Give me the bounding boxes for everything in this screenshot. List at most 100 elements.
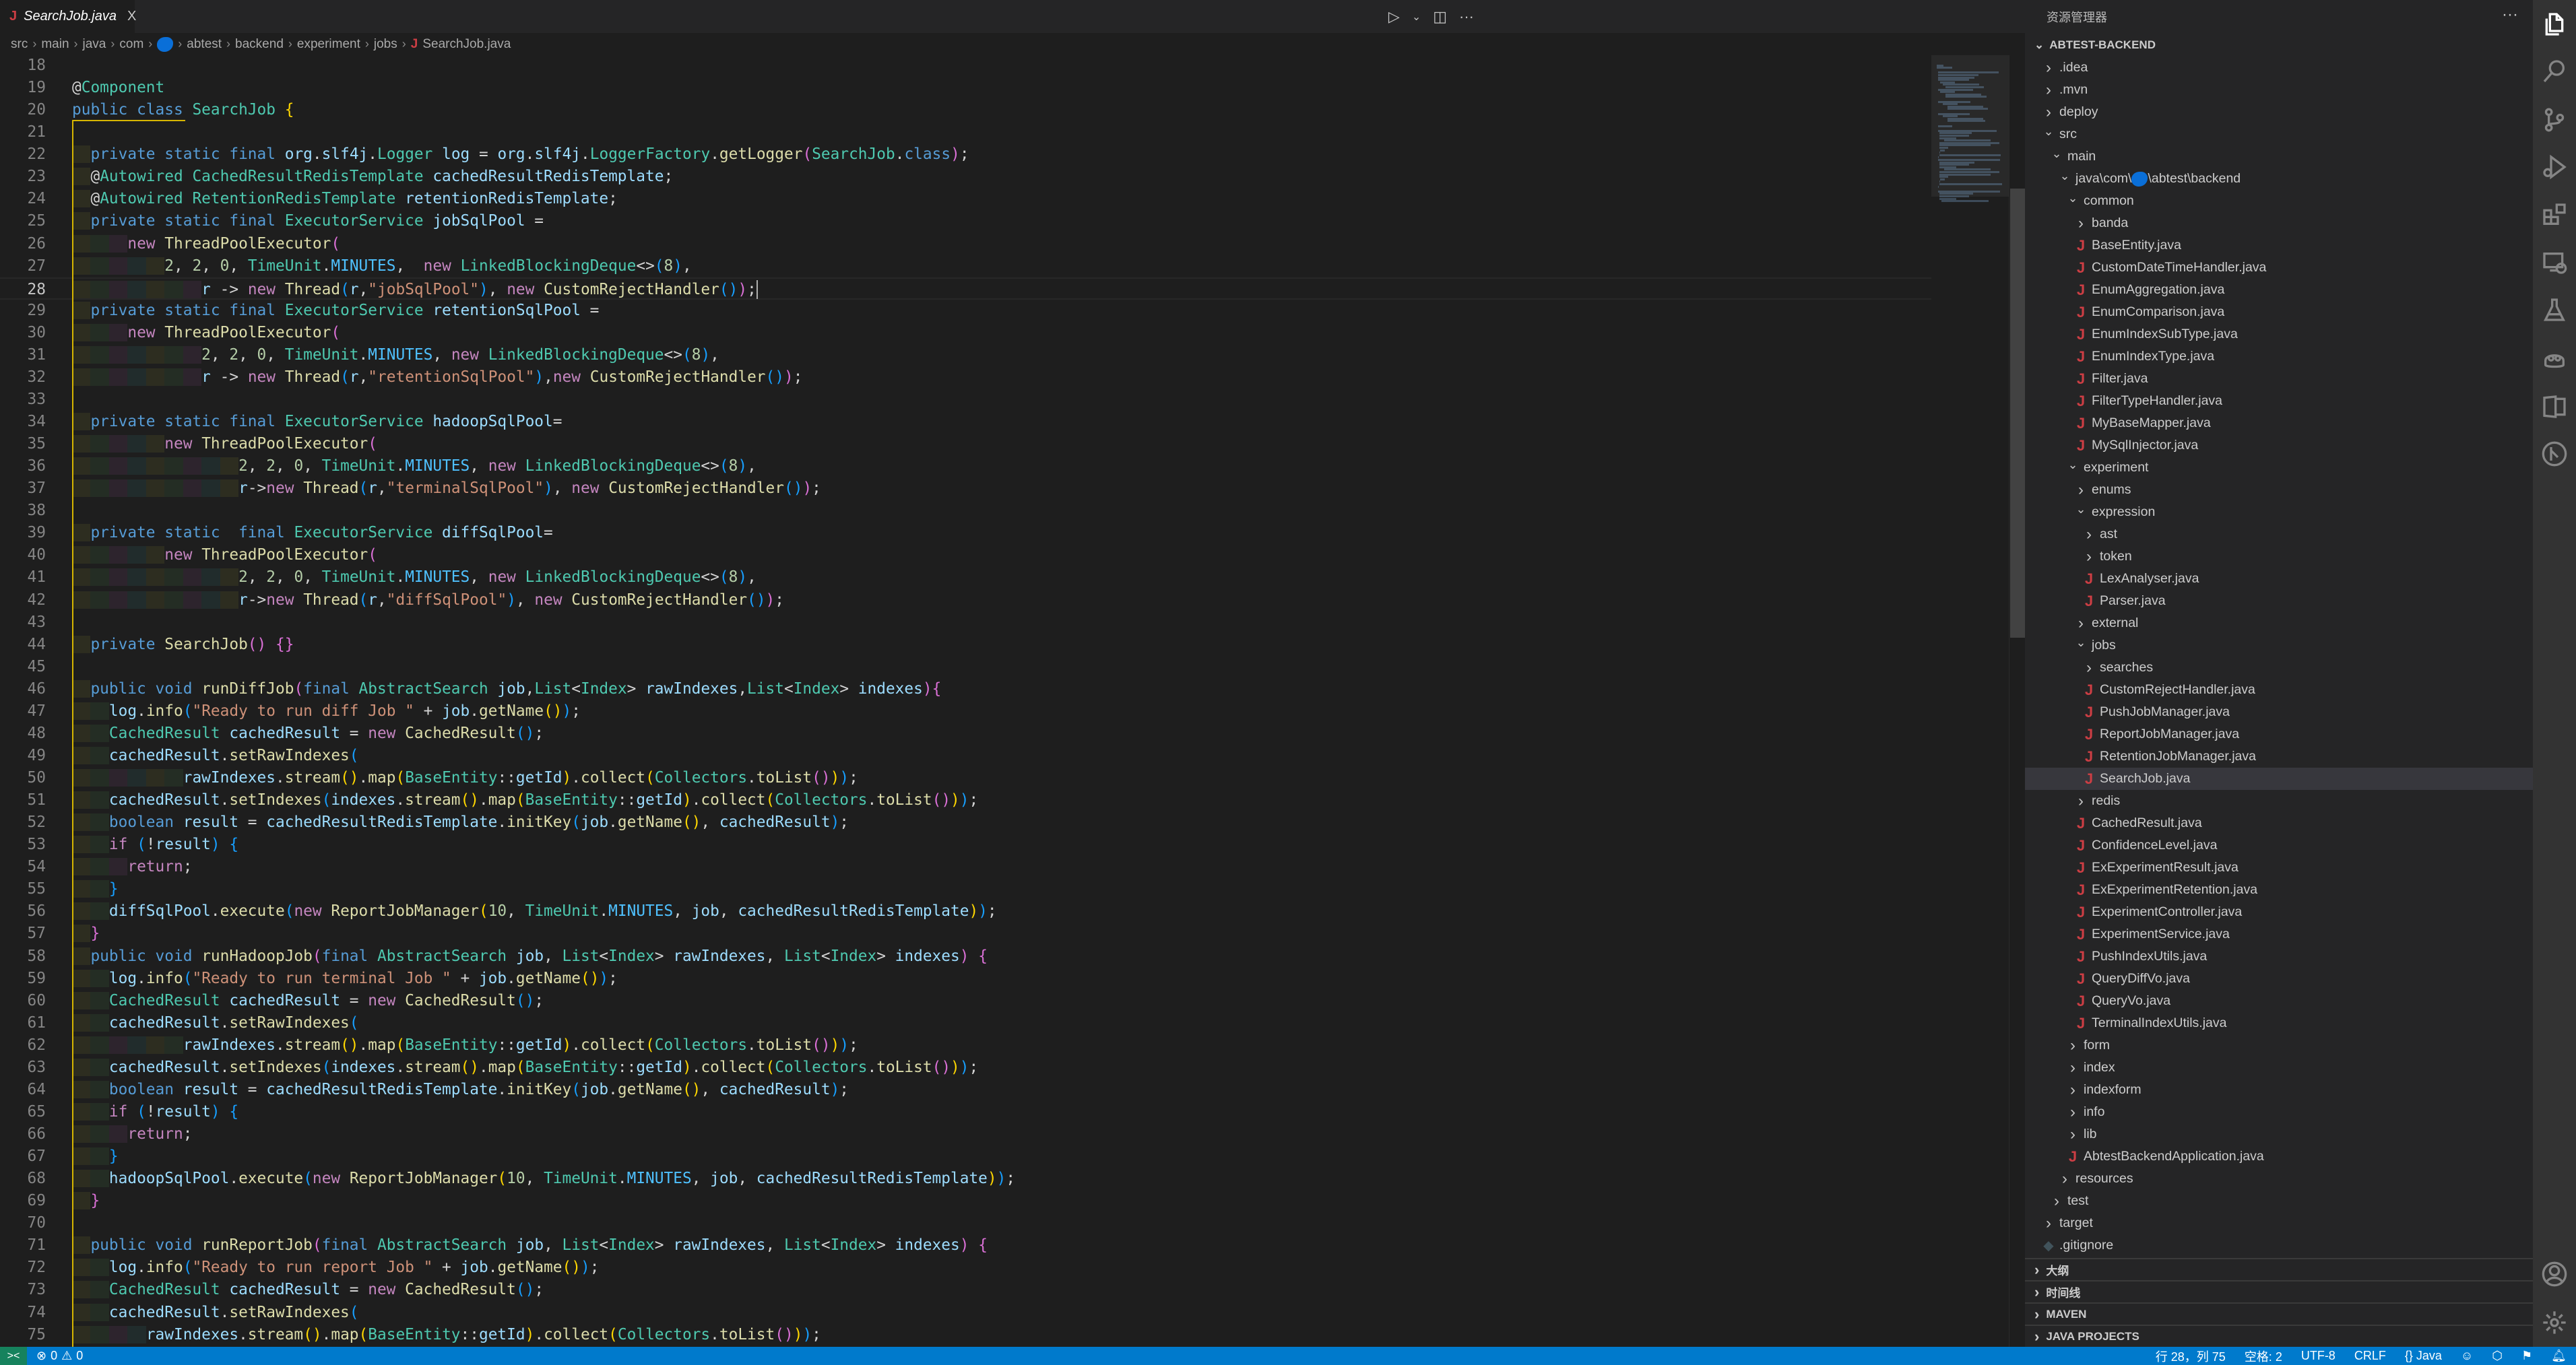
- code-line[interactable]: 55 }: [0, 878, 1931, 900]
- folder-item[interactable]: › resources: [2025, 1168, 2533, 1190]
- code-line[interactable]: 69 }: [0, 1190, 1931, 1212]
- folder-item[interactable]: › banda: [2025, 212, 2533, 234]
- remote-indicator[interactable]: ><: [0, 1347, 27, 1365]
- folder-item[interactable]: › ast: [2025, 523, 2533, 545]
- folder-item[interactable]: › searches: [2025, 657, 2533, 679]
- folder-item[interactable]: › index: [2025, 1057, 2533, 1079]
- code-line[interactable]: 29 private static final ExecutorService …: [0, 300, 1931, 322]
- file-item[interactable]: J ExperimentService.java: [2025, 923, 2533, 945]
- sql-icon[interactable]: [2540, 392, 2569, 422]
- testing-icon[interactable]: [2540, 295, 2569, 325]
- breadcrumb-item[interactable]: backend: [235, 37, 284, 52]
- minimap[interactable]: [1931, 55, 2009, 1347]
- code-line[interactable]: 56 diffSqlPool.execute(new ReportJobMana…: [0, 900, 1931, 923]
- code-line[interactable]: 30 new ThreadPoolExecutor(: [0, 322, 1931, 344]
- breadcrumb-item[interactable]: main: [41, 37, 69, 52]
- code-line[interactable]: 51 cachedResult.setIndexes(indexes.strea…: [0, 789, 1931, 811]
- settings-icon[interactable]: [2540, 1308, 2569, 1337]
- close-icon[interactable]: X: [127, 9, 136, 24]
- code-line[interactable]: 36 2, 2, 0, TimeUnit.MINUTES, new Linked…: [0, 455, 1931, 477]
- code-line[interactable]: 35 new ThreadPoolExecutor(: [0, 433, 1931, 455]
- breadcrumb-item[interactable]: jobs: [374, 37, 397, 52]
- language-mode[interactable]: {} Java: [2405, 1349, 2442, 1363]
- code-line[interactable]: 71 public void runReportJob(final Abstra…: [0, 1234, 1931, 1257]
- workspace-root[interactable]: ⌄ ABTEST-BACKEND: [2025, 34, 2533, 56]
- folder-item[interactable]: ⌄ java\com\ \abtest\backend: [2025, 168, 2533, 190]
- folder-item[interactable]: › redis: [2025, 790, 2533, 812]
- code-line[interactable]: 75 rawIndexes.stream().map(BaseEntity::g…: [0, 1324, 1931, 1346]
- code-line[interactable]: 39 private static final ExecutorService …: [0, 522, 1931, 544]
- tab-searchjob[interactable]: J SearchJob.java X: [0, 0, 136, 33]
- code-editor[interactable]: 18 19 @Component 20 public class SearchJob {…: [0, 55, 1931, 1347]
- file-item[interactable]: J Parser.java: [2025, 590, 2533, 612]
- code-line[interactable]: 27 2, 2, 0, TimeUnit.MINUTES, new Linked…: [0, 255, 1931, 277]
- code-line[interactable]: 72 log.info("Ready to run report Job " +…: [0, 1257, 1931, 1279]
- code-line[interactable]: 40 new ThreadPoolExecutor(: [0, 544, 1931, 566]
- code-line[interactable]: 46 public void runDiffJob(final Abstract…: [0, 678, 1931, 700]
- code-line[interactable]: 32 r -> new Thread(r,"retentionSqlPool")…: [0, 366, 1931, 389]
- remote-explorer-icon[interactable]: [2540, 248, 2569, 277]
- code-line[interactable]: 70: [0, 1212, 1931, 1234]
- folder-item[interactable]: › token: [2025, 545, 2533, 568]
- scrollbar-thumb[interactable]: [2010, 189, 2025, 638]
- folder-item[interactable]: ⌄ src: [2025, 123, 2533, 145]
- code-line[interactable]: 53 if (!result) {: [0, 834, 1931, 856]
- code-line[interactable]: 59 log.info("Ready to run terminal Job "…: [0, 968, 1931, 990]
- code-line[interactable]: 66 return;: [0, 1123, 1931, 1145]
- file-item[interactable]: J CustomRejectHandler.java: [2025, 679, 2533, 701]
- code-line[interactable]: 63 cachedResult.setIndexes(indexes.strea…: [0, 1057, 1931, 1079]
- folder-item[interactable]: › form: [2025, 1034, 2533, 1057]
- code-line[interactable]: 65 if (!result) {: [0, 1101, 1931, 1123]
- code-line[interactable]: 20 public class SearchJob {: [0, 99, 1931, 121]
- code-line[interactable]: 50 rawIndexes.stream().map(BaseEntity::g…: [0, 767, 1931, 789]
- file-item[interactable]: J MyBaseMapper.java: [2025, 412, 2533, 434]
- code-line[interactable]: 28 r -> new Thread(r,"jobSqlPool"), new …: [0, 277, 1931, 300]
- copilot-icon[interactable]: [2540, 343, 2569, 373]
- file-item[interactable]: J ConfidenceLevel.java: [2025, 834, 2533, 857]
- code-line[interactable]: 23 @Autowired CachedResultRedisTemplate …: [0, 166, 1931, 188]
- file-item[interactable]: J EnumIndexType.java: [2025, 345, 2533, 368]
- file-item[interactable]: J TerminalIndexUtils.java: [2025, 1012, 2533, 1034]
- more-actions-icon[interactable]: ···: [1459, 8, 1474, 26]
- file-item[interactable]: J ExExperimentResult.java: [2025, 857, 2533, 879]
- notifications-icon[interactable]: 🔔︎: [2551, 1349, 2567, 1363]
- file-item[interactable]: J EnumIndexSubType.java: [2025, 323, 2533, 345]
- file-item[interactable]: J ReportJobManager.java: [2025, 723, 2533, 745]
- file-item[interactable]: J PushJobManager.java: [2025, 701, 2533, 723]
- folder-item[interactable]: › lib: [2025, 1123, 2533, 1145]
- file-item[interactable]: J ExExperimentRetention.java: [2025, 879, 2533, 901]
- code-line[interactable]: 67 }: [0, 1145, 1931, 1168]
- code-line[interactable]: 48 CachedResult cachedResult = new Cache…: [0, 723, 1931, 745]
- problems-indicator[interactable]: ⊗ 0 ⚠ 0: [36, 1349, 83, 1363]
- folder-item[interactable]: › target: [2025, 1212, 2533, 1234]
- file-item[interactable]: ◆ .gitignore: [2025, 1234, 2533, 1257]
- file-item[interactable]: J BaseEntity.java: [2025, 234, 2533, 257]
- folder-item[interactable]: › test: [2025, 1190, 2533, 1212]
- copilot-status-icon[interactable]: ☺: [2461, 1349, 2473, 1363]
- code-line[interactable]: 47 log.info("Ready to run diff Job " + j…: [0, 700, 1931, 723]
- code-line[interactable]: 34 private static final ExecutorService …: [0, 411, 1931, 433]
- cursor-position[interactable]: 行 28，列 75: [2156, 1347, 2226, 1365]
- file-item[interactable]: J EnumAggregation.java: [2025, 279, 2533, 301]
- section-header[interactable]: › JAVA PROJECTS: [2025, 1325, 2533, 1347]
- folder-item[interactable]: ⌄ expression: [2025, 501, 2533, 523]
- folder-item[interactable]: › external: [2025, 612, 2533, 634]
- feedback-icon[interactable]: ⚑: [2521, 1349, 2532, 1363]
- file-item[interactable]: J LexAnalyser.java: [2025, 568, 2533, 590]
- split-editor-icon[interactable]: ◫: [1433, 8, 1447, 26]
- code-line[interactable]: 19 @Component: [0, 77, 1931, 99]
- chevron-down-icon[interactable]: ⌄: [1412, 10, 1421, 24]
- account-icon[interactable]: [2540, 1259, 2569, 1289]
- folder-item[interactable]: ⌄ experiment: [2025, 457, 2533, 479]
- code-line[interactable]: 68 hadoopSqlPool.execute(new ReportJobMa…: [0, 1168, 1931, 1190]
- code-line[interactable]: 60 CachedResult cachedResult = new Cache…: [0, 990, 1931, 1012]
- code-line[interactable]: 41 2, 2, 0, TimeUnit.MINUTES, new Linked…: [0, 566, 1931, 589]
- breadcrumb-item[interactable]: java: [83, 37, 106, 52]
- section-header[interactable]: › 时间线: [2025, 1280, 2533, 1302]
- folder-item[interactable]: › enums: [2025, 479, 2533, 501]
- code-line[interactable]: 42 r->new Thread(r,"diffSqlPool"), new C…: [0, 589, 1931, 611]
- file-item[interactable]: J CachedResult.java: [2025, 812, 2533, 834]
- section-header[interactable]: › 大纲: [2025, 1258, 2533, 1280]
- file-item[interactable]: J RetentionJobManager.java: [2025, 745, 2533, 768]
- file-item[interactable]: J Filter.java: [2025, 368, 2533, 390]
